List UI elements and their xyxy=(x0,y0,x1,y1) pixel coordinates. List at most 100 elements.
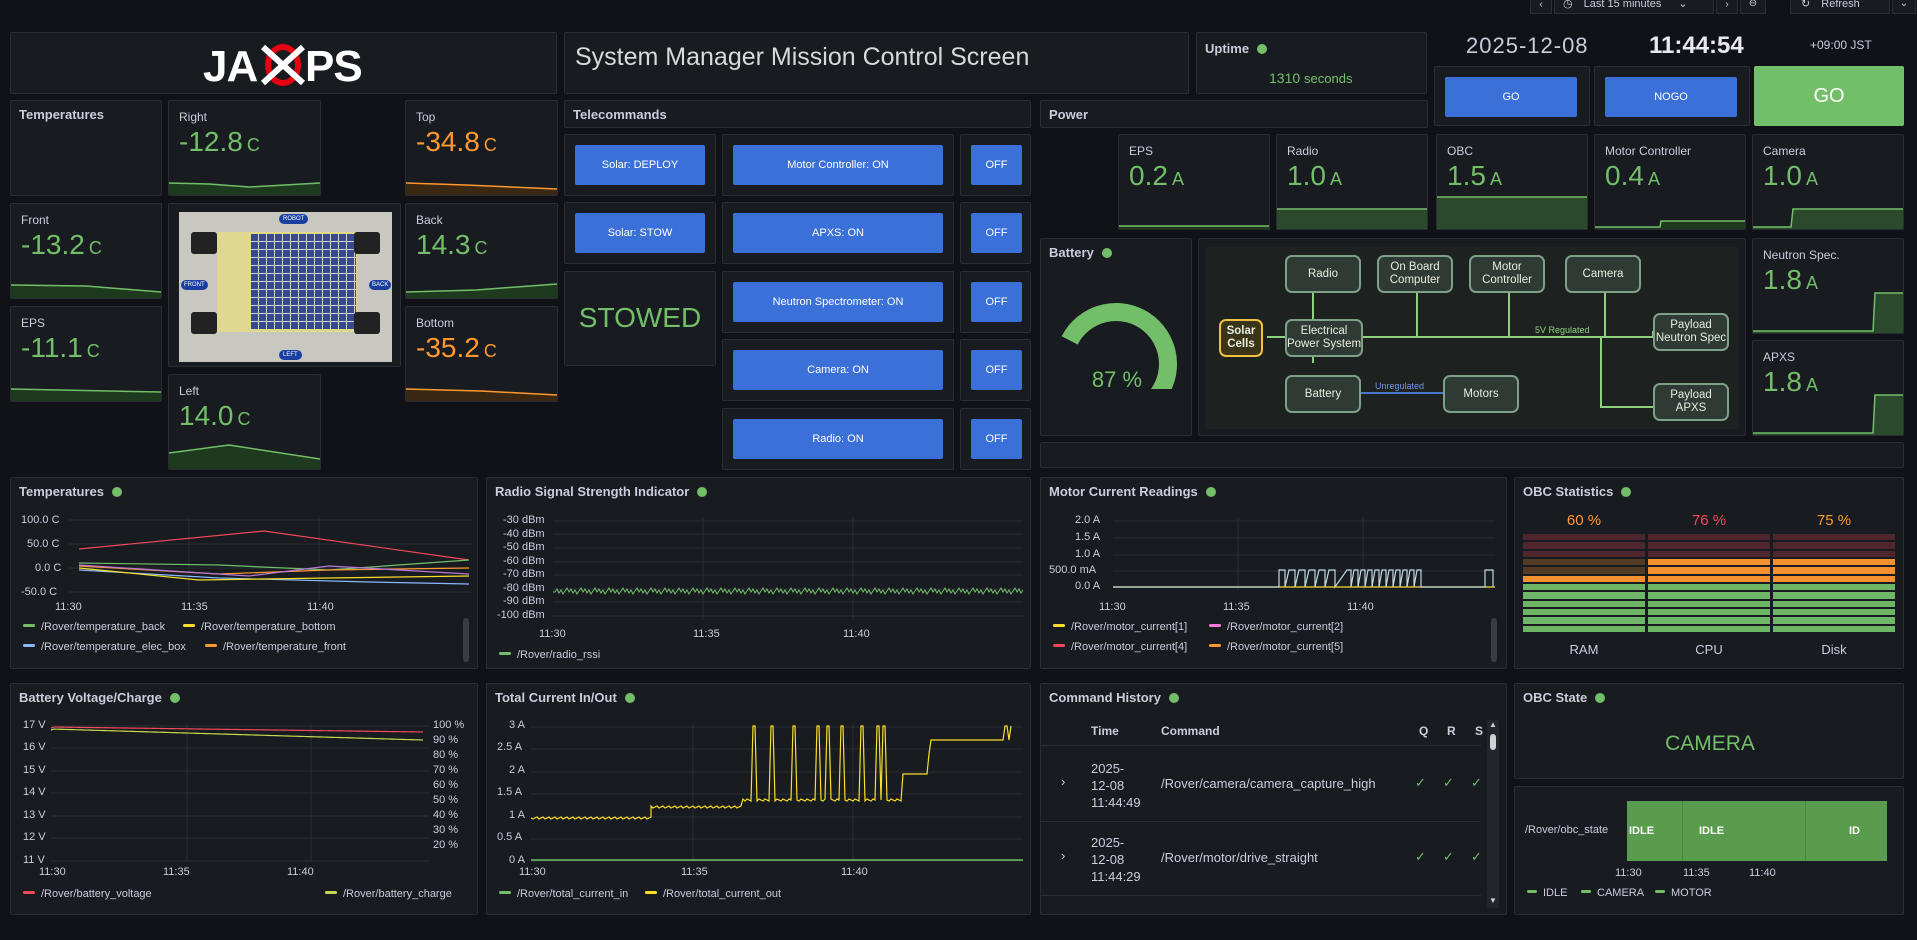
time-range-picker[interactable]: ◷ Last 15 minutes ⌄ xyxy=(1554,0,1714,14)
power-camera-stat: Camera 1.0 A xyxy=(1752,134,1904,230)
refresh-interval-dropdown[interactable]: ⌄ xyxy=(1892,0,1916,14)
scroll-up-icon[interactable]: ▲ xyxy=(1489,720,1497,729)
legend-item[interactable]: /Rover/temperature_elec_box xyxy=(23,641,186,653)
uptime-value: 1310 seconds xyxy=(1269,70,1353,86)
column-header-r[interactable]: R xyxy=(1447,724,1456,738)
table-row[interactable]: › 2025- 12-08 11:44:49 /Rover/camera/camer… xyxy=(1041,748,1482,822)
gauge-segment xyxy=(1773,584,1895,591)
radio-on-button[interactable]: Radio: ON xyxy=(733,419,943,459)
check-icon: ✓ xyxy=(1443,775,1454,790)
gauge-segment xyxy=(1773,592,1895,599)
time-forward-button[interactable]: › xyxy=(1716,0,1738,14)
refresh-button[interactable]: ↻ Refresh xyxy=(1790,0,1890,14)
solar-deploy-button[interactable]: Solar: DEPLOY xyxy=(575,145,705,185)
diagram-motors: Motors xyxy=(1443,375,1519,413)
legend-item[interactable]: /Rover/total_current_out xyxy=(645,888,781,900)
motor-controller-on-button[interactable]: Motor Controller: ON xyxy=(733,145,943,185)
legend-scrollbar[interactable] xyxy=(463,618,469,662)
legend-item[interactable]: MOTOR xyxy=(1655,887,1712,899)
legend-scrollbar[interactable] xyxy=(1491,618,1497,662)
legend-item[interactable]: /Rover/total_current_in xyxy=(499,888,628,900)
check-icon: ✓ xyxy=(1415,775,1426,790)
go-button[interactable]: GO xyxy=(1445,77,1577,117)
rssi-chart-plot xyxy=(553,518,1023,620)
x-tick: 11:30 xyxy=(519,866,546,878)
telecommands-panel: Telecommands xyxy=(564,100,1031,128)
gauge-segment xyxy=(1523,542,1645,549)
legend-item[interactable]: /Rover/motor_current[2] xyxy=(1209,621,1343,633)
gauge-segment xyxy=(1773,534,1895,541)
status-dot xyxy=(624,693,635,703)
back-tag: BACK xyxy=(369,280,392,290)
legend-item[interactable]: IDLE xyxy=(1527,887,1567,899)
legend-item[interactable]: /Rover/temperature_front xyxy=(205,641,346,653)
row-command: /Rover/motor/drive_straight xyxy=(1161,850,1318,865)
battery-chart-plot xyxy=(51,724,429,862)
legend-item[interactable]: /Rover/radio_rssi xyxy=(499,649,600,661)
table-scrollbar[interactable]: ▲ ▼ xyxy=(1487,720,1499,908)
column-header-time[interactable]: Time xyxy=(1091,724,1119,738)
legend-item[interactable]: /Rover/motor_current[1] xyxy=(1053,621,1187,633)
scroll-thumb[interactable] xyxy=(1490,734,1496,750)
column-header-q[interactable]: Q xyxy=(1419,724,1428,738)
legend-item[interactable]: CAMERA xyxy=(1581,887,1644,899)
cmd-row-motor: Motor Controller: ON xyxy=(722,134,954,196)
zoom-out-button[interactable]: ⊖ xyxy=(1740,0,1766,14)
diagram-obc: On Board Computer xyxy=(1377,255,1453,293)
camera-off-button[interactable]: OFF xyxy=(971,350,1022,390)
radio-off-button[interactable]: OFF xyxy=(971,419,1022,459)
y-tick: 0.5 A xyxy=(497,831,523,843)
legend-item[interactable]: /Rover/temperature_bottom xyxy=(183,621,336,633)
timezone-display: +09:00 JST xyxy=(1810,38,1872,52)
legend-swatch xyxy=(1209,624,1221,627)
legend-swatch xyxy=(23,624,35,627)
legend-item[interactable]: /Rover/motor_current[5] xyxy=(1209,641,1343,653)
logo-panel: JA PS xyxy=(10,32,557,94)
legend-swatch xyxy=(499,652,511,655)
x-tick: 11:35 xyxy=(181,601,208,613)
diagram-motor-controller: Motor Controller xyxy=(1469,255,1545,293)
gauge-segment xyxy=(1523,567,1645,574)
column-header-command[interactable]: Command xyxy=(1161,724,1220,738)
legend-item[interactable]: /Rover/temperature_back xyxy=(23,621,165,633)
robot-tag: ROBOT xyxy=(279,214,309,224)
legend-item[interactable]: /Rover/motor_current[4] xyxy=(1053,641,1187,653)
column-header-s[interactable]: S xyxy=(1475,724,1483,738)
motor-controller-off-button[interactable]: OFF xyxy=(971,145,1022,185)
obc-state-value: CAMERA xyxy=(1665,732,1755,755)
table-row[interactable]: › 2025- 12-08 11:44:29 /Rover/motor/drive_… xyxy=(1041,822,1482,896)
expand-chevron-icon[interactable]: › xyxy=(1061,848,1065,863)
cmd-row-apxs-off: OFF xyxy=(960,202,1031,264)
apxs-off-button[interactable]: OFF xyxy=(971,213,1022,253)
timeline-series-label: /Rover/obc_state xyxy=(1525,824,1609,836)
time-back-button[interactable]: ‹ xyxy=(1530,0,1552,14)
legend-item[interactable]: /Rover/battery_voltage xyxy=(23,888,152,900)
y2-tick: 50 % xyxy=(433,794,459,806)
disk-label: Disk xyxy=(1821,642,1847,657)
y-tick: 15 V xyxy=(23,764,46,776)
temps-chart-title: Temperatures xyxy=(19,484,105,499)
gauge-segment xyxy=(1523,559,1645,566)
power-eps-sparkline xyxy=(1119,225,1269,229)
empty-panel xyxy=(1040,442,1904,468)
neutron-spectrometer-on-button[interactable]: Neutron Spectrometer: ON xyxy=(733,282,943,322)
expand-chevron-icon[interactable]: › xyxy=(1061,774,1065,789)
y2-tick: 60 % xyxy=(433,779,459,791)
gauge-segment xyxy=(1523,550,1645,557)
ram-gauge: 60 % RAM xyxy=(1523,512,1645,662)
diagram-regulated-label: 5V Regulated xyxy=(1535,325,1590,335)
y-tick: 1.5 A xyxy=(1075,531,1101,543)
gauge-segment xyxy=(1648,567,1770,574)
scroll-down-icon[interactable]: ▼ xyxy=(1489,896,1497,905)
battery-chart-panel: Battery Voltage/Charge 17 V 16 V 15 V 14… xyxy=(10,683,478,915)
legend-swatch xyxy=(1527,890,1537,893)
x-tick: 11:40 xyxy=(843,628,870,640)
solar-stow-button[interactable]: Solar: STOW xyxy=(575,213,705,253)
nogo-button[interactable]: NOGO xyxy=(1605,77,1737,117)
legend-item[interactable]: /Rover/battery_charge xyxy=(325,888,452,900)
gauge-segment xyxy=(1648,600,1770,607)
camera-on-button[interactable]: Camera: ON xyxy=(733,350,943,390)
x-tick: 11:35 xyxy=(681,866,708,878)
neutron-spectrometer-off-button[interactable]: OFF xyxy=(971,282,1022,322)
apxs-on-button[interactable]: APXS: ON xyxy=(733,213,943,253)
